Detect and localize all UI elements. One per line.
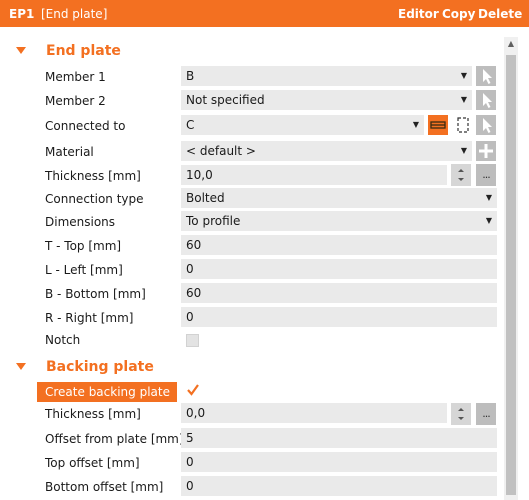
top-offset-input[interactable]: 0 [181,452,497,472]
top-offset-value: 0 [186,455,194,469]
backing-thickness-label: Thickness [mm] [45,407,141,421]
frame-icon [457,117,469,133]
copy-button[interactable]: Copy [442,7,475,21]
backing-thickness-spinner[interactable] [451,403,471,425]
connection-type-value: Bolted [186,191,225,205]
cursor-arrow-icon [483,69,492,84]
member2-label: Member 2 [45,94,106,108]
scroll-up-icon[interactable]: ▲ [504,37,518,51]
l-left-value: 0 [186,262,194,276]
delete-button[interactable]: Delete [478,7,522,21]
connection-type-select[interactable]: Bolted ▼ [181,188,497,208]
backing-thickness-value: 0,0 [186,406,206,420]
b-bottom-value: 60 [186,286,202,300]
r-right-label: R - Right [mm] [45,311,134,325]
member1-select[interactable]: B ▼ [181,66,472,86]
title-bar: EP1 [End plate] Editor Copy Delete [0,0,529,27]
chevron-down-icon: ▼ [412,120,419,129]
create-backing-plate-label: Create backing plate [37,382,177,402]
r-right-input[interactable]: 0 [181,307,497,327]
chevron-down-icon: ▼ [460,71,467,80]
member2-value: Not specified [186,93,265,107]
chevron-down-icon: ▼ [485,216,492,225]
l-left-label: L - Left [mm] [45,263,123,277]
vertical-scrollbar[interactable]: ▲ [504,37,518,500]
thickness-input[interactable]: 10,0 [181,165,447,185]
b-bottom-input[interactable]: 60 [181,283,497,303]
add-material-button[interactable] [476,141,496,161]
bottom-offset-input[interactable]: 0 [181,476,497,496]
editor-button[interactable]: Editor [398,7,439,21]
offset-from-plate-label: Offset from plate [mm] [45,432,184,446]
cursor-arrow-icon [483,118,492,133]
frame-button[interactable] [453,115,473,135]
pick-member1-button[interactable] [476,66,496,86]
offset-from-plate-value: 5 [186,431,194,445]
ellipsis-icon: ... [482,407,490,420]
connected-to-label: Connected to [45,119,126,133]
pick-connected-button[interactable] [476,115,496,135]
create-backing-plate-checkbox[interactable] [185,382,201,398]
section-title-backing-plate: Backing plate [46,359,154,375]
member2-select[interactable]: Not specified ▼ [181,90,472,110]
collapse-backing-plate-icon[interactable] [16,363,26,370]
chevron-down-icon: ▼ [460,146,467,155]
bottom-offset-label: Bottom offset [mm] [45,480,164,494]
thickness-label: Thickness [mm] [45,169,141,183]
ellipsis-icon: ... [482,168,490,181]
backing-thickness-more-button[interactable]: ... [476,403,496,425]
section-title-end-plate: End plate [46,43,121,59]
operation-code: EP1 [9,7,35,21]
b-bottom-label: B - Bottom [mm] [45,287,146,301]
link-members-icon [430,121,446,129]
backing-thickness-input[interactable]: 0,0 [181,403,447,423]
spinner-icon [458,408,464,420]
thickness-spinner[interactable] [451,164,471,186]
thickness-value: 10,0 [186,168,213,182]
chevron-down-icon: ▼ [485,193,492,202]
thickness-more-button[interactable]: ... [476,164,496,186]
connected-to-value: C [186,118,195,132]
r-right-value: 0 [186,310,194,324]
material-label: Material [45,145,94,159]
notch-label: Notch [45,333,81,347]
pick-member2-button[interactable] [476,90,496,110]
member1-value: B [186,69,195,83]
operation-name: [End plate] [41,7,108,21]
connected-to-select[interactable]: C ▼ [181,115,424,135]
offset-from-plate-input[interactable]: 5 [181,428,497,448]
material-value: < default > [186,144,256,158]
cursor-arrow-icon [483,93,492,108]
collapse-end-plate-icon[interactable] [16,47,26,54]
t-top-value: 60 [186,238,202,252]
member1-label: Member 1 [45,70,106,84]
connection-type-label: Connection type [45,192,144,206]
dimensions-value: To profile [186,214,241,228]
t-top-input[interactable]: 60 [181,235,497,255]
scroll-thumb[interactable] [506,55,516,495]
material-select[interactable]: < default > ▼ [181,141,472,161]
t-top-label: T - Top [mm] [45,239,122,253]
dimensions-label: Dimensions [45,215,116,229]
notch-checkbox[interactable] [186,334,199,347]
top-offset-label: Top offset [mm] [45,456,140,470]
plus-icon [479,144,493,158]
dimensions-select[interactable]: To profile ▼ [181,211,497,231]
chevron-down-icon: ▼ [460,95,467,104]
spinner-icon [458,169,464,181]
link-members-button[interactable] [428,115,448,135]
l-left-input[interactable]: 0 [181,259,497,279]
bottom-offset-value: 0 [186,479,194,493]
